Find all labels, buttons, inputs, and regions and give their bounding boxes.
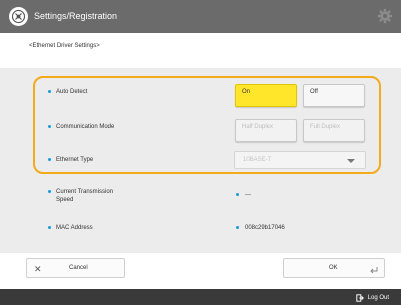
bullet-icon	[48, 225, 51, 229]
chevron-down-icon	[347, 159, 355, 163]
bullet-icon	[48, 124, 51, 128]
bullet-icon	[48, 157, 51, 161]
settings-registration-icon	[9, 7, 28, 26]
communication-mode-label: Communication Mode	[48, 123, 114, 131]
bullet-icon	[48, 189, 51, 193]
ethernet-type-value: 10BASE-T	[243, 157, 272, 163]
footer-bar: Log Out	[0, 289, 401, 305]
ethernet-type-label: Ethernet Type	[48, 156, 93, 164]
mac-address-label: MAC Address	[48, 224, 93, 232]
title-bar: Settings/Registration	[0, 0, 401, 33]
gear-icon[interactable]	[376, 7, 394, 25]
breadcrumb: <Ethernet Driver Settings>	[29, 43, 100, 49]
page-title: Settings/Registration	[34, 11, 118, 21]
logout-button[interactable]: Log Out	[355, 294, 389, 302]
auto-detect-off-button[interactable]: Off	[303, 84, 365, 107]
enter-icon	[370, 267, 378, 273]
ok-button[interactable]: OK	[283, 258, 385, 278]
auto-detect-on-button[interactable]: On	[235, 84, 297, 107]
bullet-icon	[48, 89, 51, 93]
mac-address-value: 008c29b17046	[236, 224, 285, 232]
full-duplex-button[interactable]: Full Duplex	[303, 119, 365, 142]
bullet-icon	[236, 192, 239, 196]
cancel-button[interactable]: ✕ Cancel	[26, 258, 125, 278]
bullet-icon	[236, 225, 239, 229]
logout-icon	[355, 294, 364, 302]
transmission-speed-label: Current Transmission Speed	[48, 188, 113, 204]
half-duplex-button[interactable]: Half Duplex	[235, 119, 297, 142]
auto-detect-label: Auto Detect	[48, 88, 87, 96]
ethernet-type-select[interactable]: 10BASE-T	[234, 151, 366, 169]
transmission-speed-value: ---	[236, 191, 251, 199]
close-icon: ✕	[34, 264, 42, 274]
